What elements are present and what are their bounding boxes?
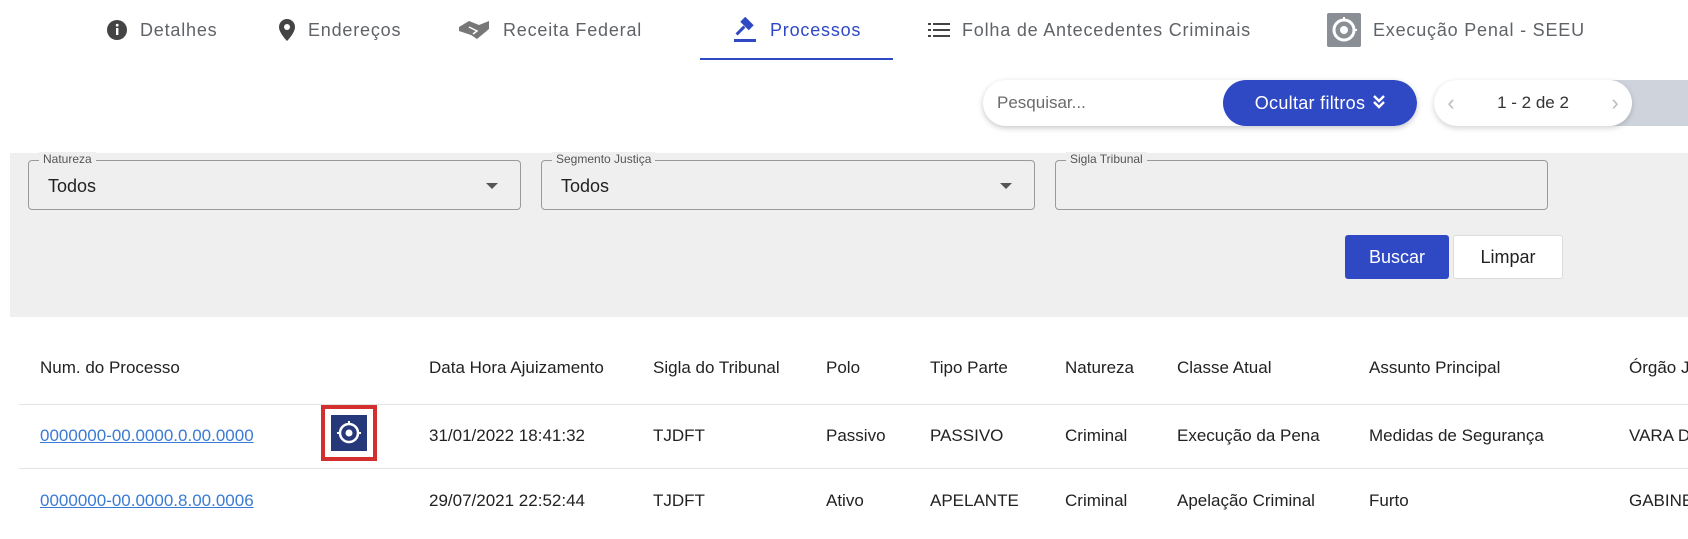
seeu-icon: [1327, 13, 1361, 47]
dropdown-arrow-icon: [486, 183, 498, 189]
tab-folha-antecedentes[interactable]: Folha de Antecedentes Criminais: [928, 18, 1251, 42]
gavel-icon: [732, 17, 758, 43]
segmento-justica-select[interactable]: Segmento Justiça Todos: [541, 152, 1035, 210]
pagination: ‹ 1 - 2 de 2 ›: [1434, 80, 1688, 126]
filter-panel: Natureza Todos Segmento Justiça Todos Si…: [10, 152, 1688, 317]
column-header[interactable]: Polo: [826, 358, 860, 378]
tab-label: Execução Penal - SEEU: [1373, 19, 1585, 40]
sigla-tribunal-field[interactable]: Sigla Tribunal: [1055, 152, 1548, 210]
sigla-cell: TJDFT: [653, 491, 705, 510]
tab-processos[interactable]: Processos: [732, 17, 862, 43]
info-icon: [106, 19, 128, 41]
tab-bar: Detalhes Endereços Receita Federal Proce…: [0, 0, 1688, 62]
tab-enderecos[interactable]: Endereços: [278, 18, 401, 42]
process-number-link[interactable]: 0000000-00.0000.0.00.0000: [40, 426, 254, 446]
natureza-value: Todos: [48, 176, 97, 196]
buscar-button[interactable]: Buscar: [1345, 235, 1449, 279]
dropdown-arrow-icon: [1000, 183, 1012, 189]
double-chevron-down-icon: [1373, 93, 1386, 114]
hide-filters-button[interactable]: Ocultar filtros: [1223, 80, 1417, 126]
column-header[interactable]: Tipo Parte: [930, 358, 1008, 378]
sigla-cell: TJDFT: [653, 426, 705, 445]
chevron-right-icon[interactable]: ›: [1598, 90, 1632, 116]
segmento-justica-label: Segmento Justiça: [552, 152, 656, 166]
limpar-button[interactable]: Limpar: [1453, 235, 1563, 279]
tab-detalhes[interactable]: Detalhes: [106, 18, 217, 42]
natureza-cell: Criminal: [1065, 426, 1128, 445]
natureza-cell: Criminal: [1065, 491, 1128, 510]
tab-label: Endereços: [308, 19, 402, 40]
natureza-select[interactable]: Natureza Todos: [28, 152, 521, 210]
assunto-cell: Medidas de Segurança: [1369, 426, 1544, 445]
chevron-left-icon[interactable]: ‹: [1434, 90, 1468, 116]
polo-cell: Passivo: [826, 426, 886, 445]
pagination-text: 1 - 2 de 2: [1497, 93, 1569, 112]
table-row: 0000000-00.0000.0.00.0000 31/01/2022 18:…: [19, 404, 1688, 469]
toolbar: Ocultar filtros ‹ 1 - 2 de 2 ›: [0, 80, 1688, 130]
search-group: Ocultar filtros: [983, 80, 1417, 126]
process-number-link[interactable]: 0000000-00.0000.8.00.0006: [40, 491, 254, 511]
column-header[interactable]: Assunto Principal: [1369, 358, 1500, 378]
tipo-parte-cell: PASSIVO: [930, 426, 1004, 445]
tab-label: Receita Federal: [503, 19, 643, 40]
column-header[interactable]: Natureza: [1065, 358, 1134, 378]
tab-execucao-penal-seeu[interactable]: Execução Penal - SEEU: [1327, 13, 1585, 47]
data-hora-cell: 31/01/2022 18:41:32: [429, 426, 585, 445]
segmento-justica-value: Todos: [561, 176, 610, 196]
seeu-button[interactable]: [321, 405, 377, 461]
orgao-cell: VARA DE: [1629, 426, 1688, 445]
list-icon: [928, 21, 950, 39]
column-header[interactable]: Num. do Processo: [40, 358, 180, 378]
handshake-icon: [457, 19, 491, 41]
location-pin-icon: [278, 18, 296, 42]
data-hora-cell: 29/07/2021 22:52:44: [429, 491, 585, 510]
hide-filters-label: Ocultar filtros: [1254, 92, 1366, 113]
column-header[interactable]: Sigla do Tribunal: [653, 358, 780, 378]
column-header[interactable]: Data Hora Ajuizamento: [429, 358, 604, 378]
tab-receita-federal[interactable]: Receita Federal: [457, 18, 642, 42]
tab-label: Processos: [770, 19, 862, 40]
classe-cell: Execução da Pena: [1177, 426, 1320, 445]
tab-label: Detalhes: [140, 19, 218, 40]
column-header[interactable]: Classe Atual: [1177, 358, 1272, 378]
pagination-controls: ‹ 1 - 2 de 2 ›: [1434, 80, 1632, 126]
active-tab-indicator: [700, 58, 893, 60]
search-input[interactable]: [983, 80, 1223, 126]
assunto-cell: Furto: [1369, 491, 1409, 510]
classe-cell: Apelação Criminal: [1177, 491, 1315, 510]
tab-label: Folha de Antecedentes Criminais: [962, 19, 1251, 40]
polo-cell: Ativo: [826, 491, 864, 510]
tipo-parte-cell: APELANTE: [930, 491, 1019, 510]
seeu-icon: [331, 415, 367, 451]
orgao-cell: GABINET: [1629, 491, 1688, 510]
sigla-tribunal-label: Sigla Tribunal: [1066, 152, 1147, 166]
column-header[interactable]: Órgão Jul: [1629, 358, 1688, 378]
natureza-label: Natureza: [39, 152, 96, 166]
table-row: 0000000-00.0000.8.00.0006 29/07/2021 22:…: [19, 468, 1688, 533]
